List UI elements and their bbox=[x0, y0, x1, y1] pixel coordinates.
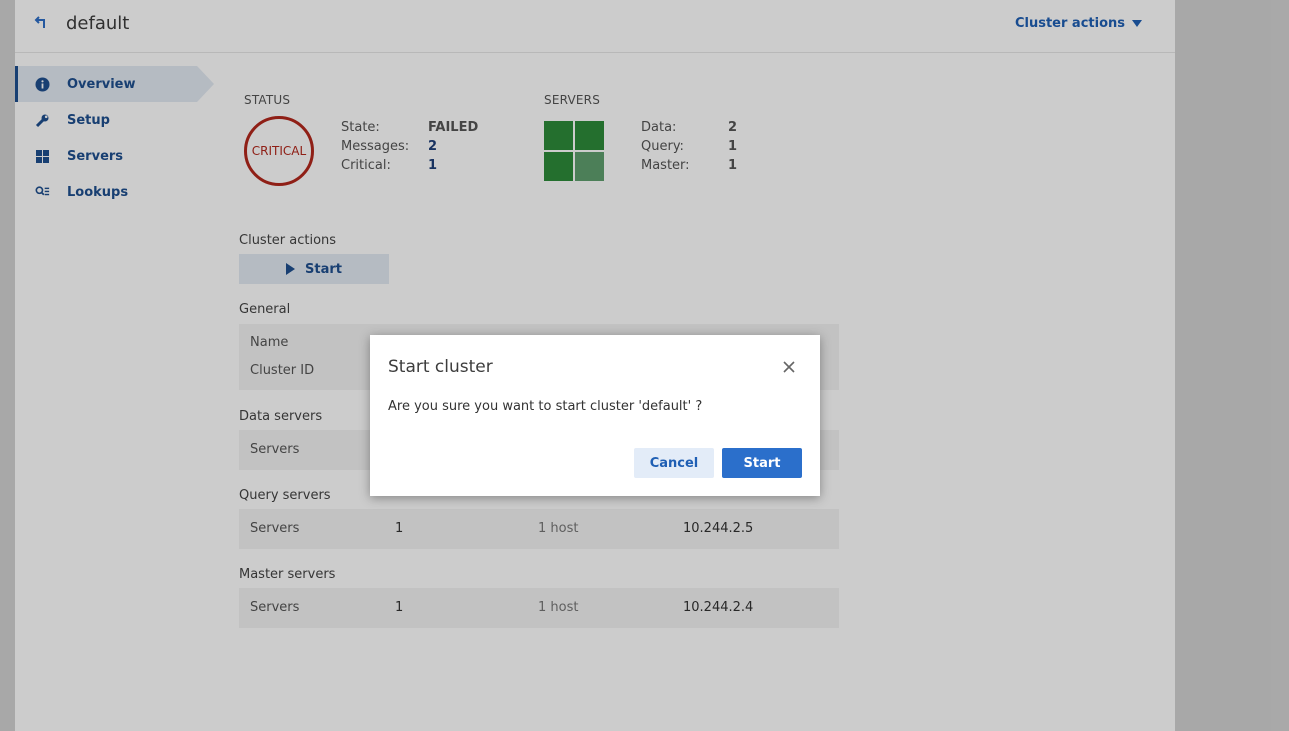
close-icon[interactable] bbox=[782, 359, 796, 373]
dialog-message: Are you sure you want to start cluster '… bbox=[388, 399, 703, 414]
confirm-start-button[interactable]: Start bbox=[722, 448, 802, 478]
cancel-button[interactable]: Cancel bbox=[634, 448, 714, 478]
dialog-title: Start cluster bbox=[388, 357, 493, 377]
start-cluster-dialog: Start cluster Are you sure you want to s… bbox=[370, 335, 820, 496]
